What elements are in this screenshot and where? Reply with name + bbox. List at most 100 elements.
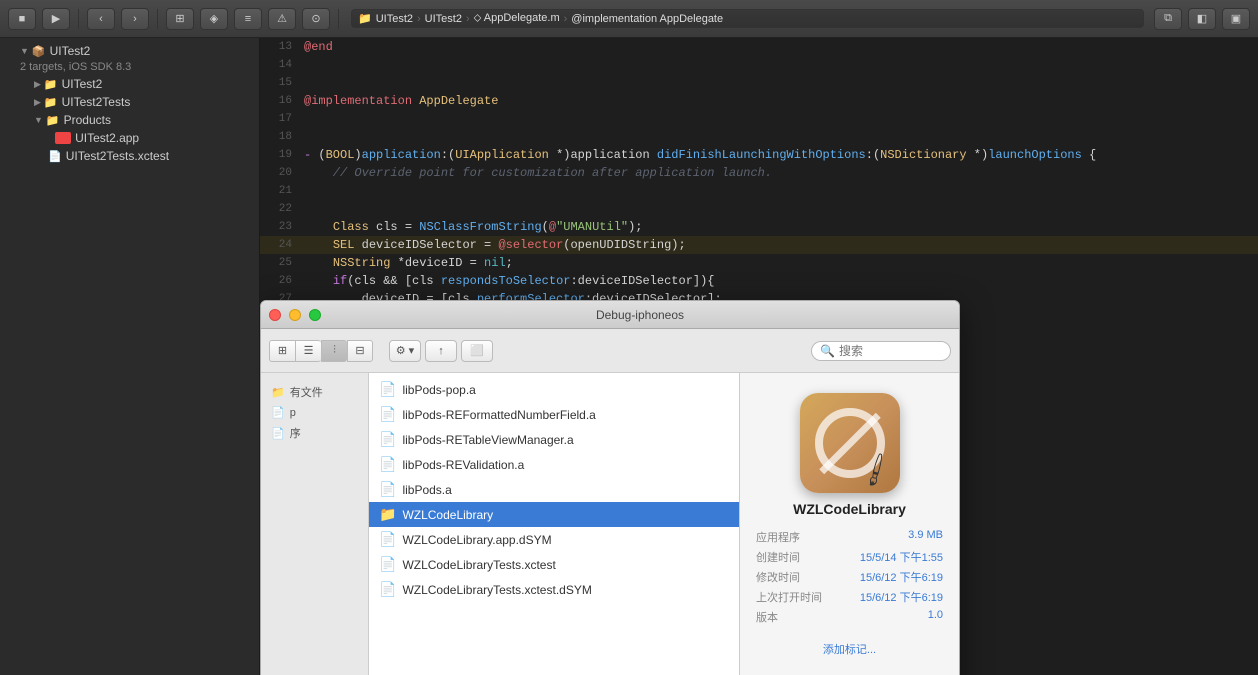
sidebar-seq-label: 序 bbox=[290, 425, 301, 441]
file-icon-2: 📄 bbox=[379, 406, 396, 423]
sidebar-label-tests: UITest2Tests bbox=[62, 95, 131, 109]
meta-row-type: 应用程序 3.9 MB bbox=[756, 529, 943, 545]
list-item[interactable]: 📄 libPods-pop.a bbox=[369, 377, 739, 402]
app-detail-name: WZLCodeLibrary bbox=[793, 501, 906, 517]
bc-1[interactable]: 📁 bbox=[358, 12, 372, 25]
app-icon-badge bbox=[55, 132, 71, 144]
xctest-icon: 📄 bbox=[48, 150, 62, 163]
code-editor[interactable]: 13 @end 14 15 16 @implementation AppDele… bbox=[260, 38, 1258, 675]
list-item[interactable]: 📄 WZLCodeLibraryTests.xctest.dSYM bbox=[369, 577, 739, 602]
list-item[interactable]: 📄 libPods-REFormattedNumberField.a bbox=[369, 402, 739, 427]
line-23: 23 Class cls = NSClassFromString(@"UMANU… bbox=[260, 218, 1258, 236]
meta-label-type: 应用程序 bbox=[756, 529, 800, 545]
top-toolbar: ■ ▶ ‹ › ⊞ ◈ ≡ ⚠ ⊙ 📁 UITest2 › UITest2 › … bbox=[0, 0, 1258, 38]
line-19: 19 - (BOOL)application:(UIApplication *)… bbox=[260, 146, 1258, 164]
list-item[interactable]: 📄 WZLCodeLibrary.app.dSYM bbox=[369, 527, 739, 552]
file-name-4: libPods-REValidation.a bbox=[402, 458, 524, 472]
finder-toolbar: ⊞ ☰ ⫶ ⊟ ⚙ ▾ ↑ ⬜ 🔍 bbox=[261, 329, 959, 373]
sidebar-item-p[interactable]: 📄 p bbox=[261, 403, 368, 422]
main-area: ▼ 📦 UITest2 2 targets, iOS SDK 8.3 ▶ 📁 U… bbox=[0, 38, 1258, 675]
layout-btn[interactable]: ▣ bbox=[1222, 8, 1250, 30]
project-name: UITest2 bbox=[50, 44, 91, 58]
sidebar-favorites[interactable]: 📁 有文件 bbox=[261, 381, 368, 403]
sidebar-item-seq[interactable]: 📄 序 bbox=[261, 422, 368, 444]
file-name-7: WZLCodeLibrary.app.dSYM bbox=[402, 533, 551, 547]
panel-btn[interactable]: ◧ bbox=[1188, 8, 1216, 30]
split-btn[interactable]: ⧉ bbox=[1154, 8, 1182, 30]
project-navigator: ▼ 📦 UITest2 2 targets, iOS SDK 8.3 ▶ 📁 U… bbox=[0, 38, 260, 675]
doc-icon-2: 📄 bbox=[271, 427, 285, 440]
finder-window: Debug-iphoneos ⊞ ☰ ⫶ ⊟ ⚙ ▾ ↑ ⬜ 🔍 bbox=[260, 300, 960, 675]
bc-label-4[interactable]: @implementation AppDelegate bbox=[571, 13, 723, 25]
run-button[interactable]: ▶ bbox=[42, 8, 70, 30]
scheme-btn[interactable]: ≡ bbox=[234, 8, 262, 30]
line-15: 15 bbox=[260, 74, 1258, 92]
sidebar-label-app: UITest2.app bbox=[75, 131, 139, 145]
list-item[interactable]: 📄 libPods.a bbox=[369, 477, 739, 502]
meta-label-created: 创建时间 bbox=[756, 549, 800, 565]
warning-btn[interactable]: ⚠ bbox=[268, 8, 296, 30]
add-tag-button[interactable]: 添加标记... bbox=[823, 641, 876, 657]
bc-label-1[interactable]: UITest2 bbox=[376, 13, 413, 25]
file-icon-5: 📄 bbox=[379, 481, 396, 498]
line-22: 22 bbox=[260, 200, 1258, 218]
back-button[interactable]: ‹ bbox=[87, 8, 115, 30]
sidebar-item-uitest2[interactable]: ▶ 📁 UITest2 bbox=[0, 75, 259, 93]
list-view-btn[interactable]: ☰ bbox=[295, 340, 321, 362]
close-button[interactable] bbox=[269, 309, 281, 321]
grid-btn[interactable]: ⊞ bbox=[166, 8, 194, 30]
breakpoint-btn[interactable]: ◈ bbox=[200, 8, 228, 30]
file-icon-4: 📄 bbox=[379, 456, 396, 473]
sidebar-item-products[interactable]: ▼ 📁 Products bbox=[0, 111, 259, 129]
issue-btn[interactable]: ⊙ bbox=[302, 8, 330, 30]
file-icon-8: 📄 bbox=[379, 556, 396, 573]
share-button[interactable]: ↑ bbox=[425, 340, 457, 362]
forward-button[interactable]: › bbox=[121, 8, 149, 30]
view-mode-buttons: ⊞ ☰ ⫶ ⊟ bbox=[269, 340, 373, 362]
search-input[interactable] bbox=[839, 344, 942, 358]
list-item[interactable]: 📄 libPods-RETableViewManager.a bbox=[369, 427, 739, 452]
sidebar-item-app[interactable]: UITest2.app bbox=[0, 129, 259, 147]
folder-icon: 📁 bbox=[271, 386, 285, 399]
list-item[interactable]: 📄 WZLCodeLibraryTests.xctest bbox=[369, 552, 739, 577]
action-button[interactable]: ⚙ ▾ bbox=[389, 340, 421, 362]
line-25: 25 NSString *deviceID = nil; bbox=[260, 254, 1258, 272]
stop-button[interactable]: ■ bbox=[8, 8, 36, 30]
meta-row-version: 版本 1.0 bbox=[756, 609, 943, 625]
file-icon-6: 📁 bbox=[379, 506, 396, 523]
separator-1 bbox=[78, 9, 79, 29]
separator-3 bbox=[338, 9, 339, 29]
bc-label-3[interactable]: ⬦ AppDelegate.m bbox=[474, 12, 560, 25]
tag-button[interactable]: ⬜ bbox=[461, 340, 493, 362]
finder-sidebar: 📁 有文件 📄 p 📄 序 bbox=[261, 373, 369, 675]
triangle-products: ▼ bbox=[34, 115, 43, 125]
column-view-btn[interactable]: ⫶ bbox=[321, 340, 347, 362]
line-14: 14 bbox=[260, 56, 1258, 74]
search-bar[interactable]: 🔍 bbox=[811, 341, 951, 361]
file-icon-1: 📄 bbox=[379, 381, 396, 398]
maximize-button[interactable] bbox=[309, 309, 321, 321]
list-item[interactable]: 📄 libPods-REValidation.a bbox=[369, 452, 739, 477]
bc-label-2[interactable]: UITest2 bbox=[425, 13, 462, 25]
meta-value-opened: 15/6/12 下午6:19 bbox=[860, 589, 943, 605]
folder-icon-tests: 📁 bbox=[44, 96, 58, 109]
file-name-8: WZLCodeLibraryTests.xctest bbox=[402, 558, 555, 572]
gallery-view-btn[interactable]: ⊟ bbox=[347, 340, 373, 362]
file-name-1: libPods-pop.a bbox=[402, 383, 475, 397]
sidebar-item-xctest[interactable]: 📄 UITest2Tests.xctest bbox=[0, 147, 259, 165]
sidebar-item-uitest2tests[interactable]: ▶ 📁 UITest2Tests bbox=[0, 93, 259, 111]
line-16: 16 @implementation AppDelegate bbox=[260, 92, 1258, 110]
file-name-9: WZLCodeLibraryTests.xctest.dSYM bbox=[402, 583, 591, 597]
list-item-selected[interactable]: 📁 WZLCodeLibrary bbox=[369, 502, 739, 527]
sidebar-label: 有文件 bbox=[290, 384, 323, 400]
line-17: 17 bbox=[260, 110, 1258, 128]
icon-view-btn[interactable]: ⊞ bbox=[269, 340, 295, 362]
project-icon: 📦 bbox=[32, 45, 46, 58]
project-root[interactable]: ▼ 📦 UITest2 bbox=[0, 42, 259, 60]
finder-file-list: 📄 libPods-pop.a 📄 libPods-REFormattedNum… bbox=[369, 373, 739, 675]
minimize-button[interactable] bbox=[289, 309, 301, 321]
project-subtitle: 2 targets, iOS SDK 8.3 bbox=[0, 60, 259, 75]
sidebar-label-uitest2: UITest2 bbox=[62, 77, 103, 91]
breadcrumb[interactable]: 📁 UITest2 › UITest2 › ⬦ AppDelegate.m › … bbox=[351, 9, 1144, 28]
file-icon-9: 📄 bbox=[379, 581, 396, 598]
